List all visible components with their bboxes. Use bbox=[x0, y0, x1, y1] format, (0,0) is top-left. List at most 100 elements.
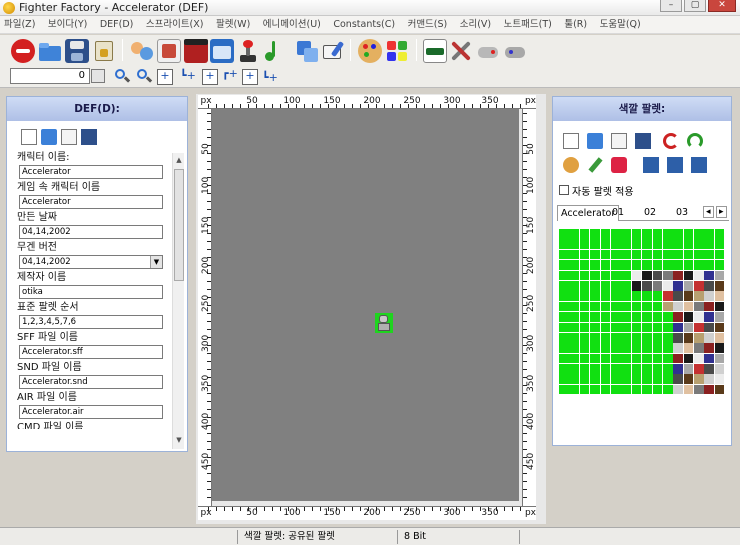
palette-swatch[interactable] bbox=[600, 291, 611, 301]
new-file-icon[interactable] bbox=[21, 129, 37, 145]
menu-palette[interactable]: 팔렛(W) bbox=[212, 16, 255, 34]
palette-swatch[interactable] bbox=[569, 239, 579, 249]
open-palette-icon[interactable] bbox=[587, 133, 603, 149]
palette-swatch[interactable] bbox=[652, 312, 663, 322]
palette-swatch[interactable] bbox=[694, 260, 704, 270]
crosshair-box2-icon[interactable]: + bbox=[242, 69, 258, 85]
palette-swatch[interactable] bbox=[694, 374, 704, 385]
palette-swatch[interactable] bbox=[600, 343, 611, 353]
palette-swatch[interactable] bbox=[714, 343, 725, 353]
menu-sound[interactable]: 소리(V) bbox=[456, 16, 496, 34]
palette-swatch[interactable] bbox=[621, 301, 631, 312]
palette-swatch[interactable] bbox=[579, 374, 590, 385]
palette-swatch[interactable] bbox=[704, 270, 715, 281]
palette-swatch[interactable] bbox=[662, 280, 673, 291]
palette-swatch[interactable] bbox=[673, 239, 683, 249]
palette-swatch[interactable] bbox=[673, 364, 683, 374]
palette-swatch[interactable] bbox=[642, 353, 652, 364]
display-name-field[interactable]: Accelerator bbox=[19, 195, 163, 209]
palette-swatch[interactable] bbox=[652, 322, 663, 333]
zoom-out-icon[interactable] bbox=[136, 68, 153, 84]
palette-swatch[interactable] bbox=[652, 270, 663, 281]
palette-swatch[interactable] bbox=[590, 364, 600, 374]
palette-swatch[interactable] bbox=[662, 322, 673, 333]
palette-swatch[interactable] bbox=[714, 260, 725, 270]
palette-swatch[interactable] bbox=[621, 364, 631, 374]
def-scrollbar[interactable]: ▲ ▼ bbox=[172, 153, 184, 449]
palette-swatch[interactable] bbox=[652, 332, 663, 343]
frame-picker-button[interactable] bbox=[91, 69, 105, 83]
palette-swatch[interactable] bbox=[704, 239, 715, 249]
palette-swatch[interactable] bbox=[610, 332, 621, 343]
palette-swatch[interactable] bbox=[683, 364, 694, 374]
palette-swatch[interactable] bbox=[652, 353, 663, 364]
palette-swatch[interactable] bbox=[662, 353, 673, 364]
palette-swatch[interactable] bbox=[559, 301, 569, 312]
palette-swatch[interactable] bbox=[579, 280, 590, 291]
palette-swatch[interactable] bbox=[559, 249, 569, 260]
menu-file[interactable]: 파일(Z) bbox=[0, 16, 40, 34]
save-palette-icon[interactable] bbox=[635, 133, 651, 149]
palette-swatch[interactable] bbox=[694, 291, 704, 301]
palette-swatch[interactable] bbox=[683, 343, 694, 353]
palette-swatch[interactable] bbox=[631, 353, 642, 364]
palette-swatch[interactable] bbox=[559, 229, 569, 239]
color-blocks-icon[interactable] bbox=[385, 39, 409, 63]
menu-help[interactable]: 도움말(Q) bbox=[596, 16, 646, 34]
open-folder-icon[interactable] bbox=[38, 39, 62, 63]
palette-swatch[interactable] bbox=[683, 249, 694, 260]
palette-swatch[interactable] bbox=[590, 270, 600, 281]
palette-swatch[interactable] bbox=[579, 322, 590, 333]
palette-swatch[interactable] bbox=[662, 291, 673, 301]
palette-swatch[interactable] bbox=[694, 332, 704, 343]
palette-swatch[interactable] bbox=[704, 280, 715, 291]
palette-swatch[interactable] bbox=[714, 364, 725, 374]
palette-swatch[interactable] bbox=[714, 384, 725, 395]
palette-swatch[interactable] bbox=[662, 343, 673, 353]
palette-swatch[interactable] bbox=[600, 301, 611, 312]
palette-swatch[interactable] bbox=[590, 353, 600, 364]
palette-swatch[interactable] bbox=[631, 239, 642, 249]
palette-swatch[interactable] bbox=[714, 229, 725, 239]
palette-swatch[interactable] bbox=[683, 301, 694, 312]
eyedropper-icon[interactable] bbox=[588, 157, 603, 173]
palette-swatch[interactable] bbox=[621, 353, 631, 364]
edit-icon[interactable] bbox=[321, 39, 345, 63]
palette-swatch[interactable] bbox=[704, 343, 715, 353]
tab-prev-icon[interactable]: ◂ bbox=[703, 206, 714, 218]
palette-swatch[interactable] bbox=[579, 270, 590, 281]
palette-swatch[interactable] bbox=[631, 364, 642, 374]
tab-02[interactable]: 02 bbox=[641, 205, 659, 221]
palette-swatch[interactable] bbox=[610, 260, 621, 270]
palette-swatch[interactable] bbox=[673, 270, 683, 281]
sff-file-field[interactable]: Accelerator.sff bbox=[19, 345, 163, 359]
palette-swatch[interactable] bbox=[569, 260, 579, 270]
palette-swatch[interactable] bbox=[652, 280, 663, 291]
edit-palette-icon[interactable] bbox=[611, 133, 627, 149]
palette-swatch[interactable] bbox=[683, 229, 694, 239]
palette-swatch[interactable] bbox=[610, 239, 621, 249]
palette-swatch[interactable] bbox=[673, 229, 683, 239]
palette-swatch[interactable] bbox=[590, 260, 600, 270]
palette-swatch[interactable] bbox=[631, 374, 642, 385]
export-palette-icon[interactable] bbox=[667, 157, 683, 173]
palette-swatch[interactable] bbox=[559, 343, 569, 353]
palette-swatch[interactable] bbox=[642, 229, 652, 239]
menu-notepad[interactable]: 노트패드(T) bbox=[500, 16, 557, 34]
palette-swatch[interactable] bbox=[621, 332, 631, 343]
palette-swatch[interactable] bbox=[631, 229, 642, 239]
palette-swatch[interactable] bbox=[683, 353, 694, 364]
crosshair-up-icon[interactable]: ┏+ bbox=[222, 67, 238, 83]
palette-swatch[interactable] bbox=[610, 291, 621, 301]
palette-swatch[interactable] bbox=[714, 301, 725, 312]
palette-swatch[interactable] bbox=[610, 322, 621, 333]
html-icon[interactable] bbox=[423, 39, 447, 63]
palette-swatch[interactable] bbox=[621, 260, 631, 270]
palette-swatch[interactable] bbox=[590, 280, 600, 291]
palette-swatch[interactable] bbox=[642, 374, 652, 385]
palette-swatch[interactable] bbox=[559, 322, 569, 333]
menu-constants[interactable]: Constants(C) bbox=[329, 16, 400, 34]
gamepad-icon[interactable] bbox=[476, 39, 500, 63]
palette-swatch[interactable] bbox=[600, 229, 611, 239]
auto-apply-checkbox[interactable] bbox=[559, 185, 569, 195]
